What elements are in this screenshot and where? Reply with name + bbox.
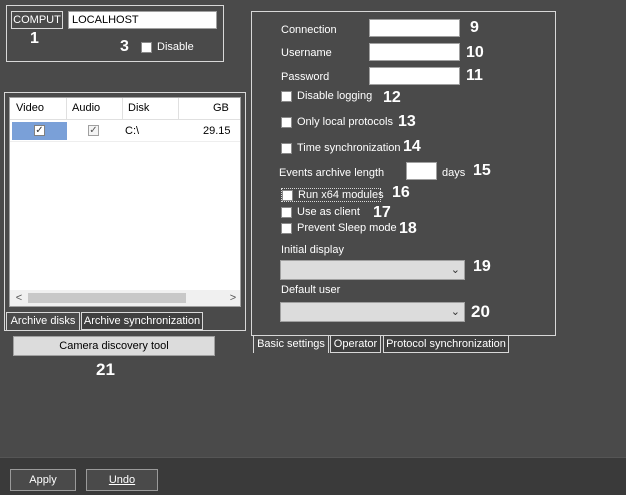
run-x64-label: Run x64 modules <box>298 189 384 201</box>
username-field[interactable] <box>369 43 460 61</box>
callout-17: 17 <box>373 204 391 221</box>
scroll-thumb[interactable] <box>28 293 186 303</box>
only-local-protocols-checkbox[interactable] <box>281 117 292 128</box>
col-sep-3 <box>178 98 179 120</box>
callout-10: 10 <box>466 44 484 61</box>
tab-operator[interactable]: Operator <box>330 335 381 353</box>
password-label: Password <box>281 71 330 83</box>
computer-name-label: COMPUT <box>11 11 63 29</box>
tab-basic-settings[interactable]: Basic settings <box>253 335 329 353</box>
callout-3: 3 <box>120 38 129 55</box>
audio-checkbox[interactable]: ✓ <box>88 125 99 136</box>
time-sync-label: Time synchronization <box>297 142 401 154</box>
only-local-protocols-row[interactable]: Only local protocols <box>281 116 396 130</box>
col-header-gb[interactable]: GB <box>213 98 229 118</box>
days-label: days <box>442 167 466 179</box>
col-header-disk[interactable]: Disk <box>128 98 149 118</box>
callout-5: 5 <box>88 144 97 161</box>
callout-18: 18 <box>399 220 417 237</box>
callout-15: 15 <box>473 162 491 179</box>
tab-protocol-synchronization[interactable]: Protocol synchronization <box>383 335 509 353</box>
disk-cell: C:\ <box>125 125 140 137</box>
table-row[interactable]: ✓ ✓ C:\ 29.15 <box>10 122 240 140</box>
callout-9: 9 <box>470 19 479 36</box>
callout-12: 12 <box>383 89 401 106</box>
callout-2: 2 <box>190 11 199 28</box>
default-user-label: Default user <box>281 284 341 296</box>
events-archive-label: Events archive length <box>279 167 385 179</box>
prevent-sleep-label: Prevent Sleep mode <box>297 222 397 234</box>
username-label: Username <box>281 47 332 59</box>
events-archive-field[interactable] <box>406 162 437 180</box>
col-header-video[interactable]: Video <box>16 98 44 118</box>
run-x64-checkbox[interactable] <box>282 190 293 201</box>
tab-archive-disks[interactable]: Archive disks <box>6 312 80 330</box>
callout-21: 21 <box>96 360 115 379</box>
tab-archive-synchronization[interactable]: Archive synchronization <box>81 312 203 330</box>
col-sep-2 <box>122 98 123 120</box>
prevent-sleep-checkbox[interactable] <box>281 223 292 234</box>
run-x64-row[interactable]: Run x64 modules <box>281 188 384 202</box>
prevent-sleep-row[interactable]: Prevent Sleep mode <box>281 222 399 236</box>
initial-display-select[interactable]: ⌄ <box>280 260 465 280</box>
callout-6: 6 <box>144 144 153 161</box>
callout-13: 13 <box>398 113 416 130</box>
disks-grid: Video Audio Disk GB ✓ ✓ C:\ 29.15 < > <box>9 97 241 307</box>
grid-header <box>10 98 240 120</box>
connection-label: Connection <box>281 24 337 36</box>
callout-19: 19 <box>473 258 491 275</box>
gb-cell: 29.15 <box>203 125 231 137</box>
use-as-client-row[interactable]: Use as client <box>281 206 371 220</box>
video-cell[interactable]: ✓ <box>12 122 67 140</box>
chevron-down-icon[interactable]: ⌄ <box>451 263 460 276</box>
scroll-left-arrow-icon[interactable]: < <box>12 290 26 306</box>
time-sync-row[interactable]: Time synchronization <box>281 142 401 156</box>
row-divider <box>10 141 240 142</box>
only-local-protocols-label: Only local protocols <box>297 116 393 128</box>
initial-display-label: Initial display <box>281 244 344 256</box>
use-as-client-checkbox[interactable] <box>281 207 292 218</box>
disable-logging-label: Disable logging <box>297 90 373 102</box>
disable-logging-row[interactable]: Disable logging <box>281 90 381 104</box>
col-sep-1 <box>66 98 67 120</box>
default-user-select[interactable]: ⌄ <box>280 302 465 322</box>
chevron-down-icon[interactable]: ⌄ <box>451 305 460 318</box>
disable-checkbox[interactable] <box>141 42 152 53</box>
horizontal-scrollbar[interactable]: < > <box>10 290 240 306</box>
use-as-client-label: Use as client <box>297 206 360 218</box>
callout-14: 14 <box>403 138 421 155</box>
camera-discovery-button[interactable]: Camera discovery tool <box>13 336 215 356</box>
disable-label: Disable <box>157 41 194 53</box>
connection-field[interactable] <box>369 19 460 37</box>
password-field[interactable] <box>369 67 460 85</box>
callout-20: 20 <box>471 302 490 321</box>
apply-button[interactable]: Apply <box>10 469 76 491</box>
disable-logging-checkbox[interactable] <box>281 91 292 102</box>
time-sync-checkbox[interactable] <box>281 143 292 154</box>
disable-checkbox-row[interactable]: Disable <box>141 41 211 55</box>
undo-button[interactable]: Undo <box>86 469 158 491</box>
callout-11: 11 <box>466 67 483 84</box>
callout-7: 7 <box>204 144 213 161</box>
video-checkbox[interactable]: ✓ <box>34 125 45 136</box>
callout-16: 16 <box>392 184 410 201</box>
callout-4: 4 <box>32 144 41 161</box>
scroll-right-arrow-icon[interactable]: > <box>226 290 240 306</box>
col-header-audio[interactable]: Audio <box>72 98 100 118</box>
callout-1: 1 <box>30 30 39 47</box>
callout-8: 8 <box>231 144 240 161</box>
